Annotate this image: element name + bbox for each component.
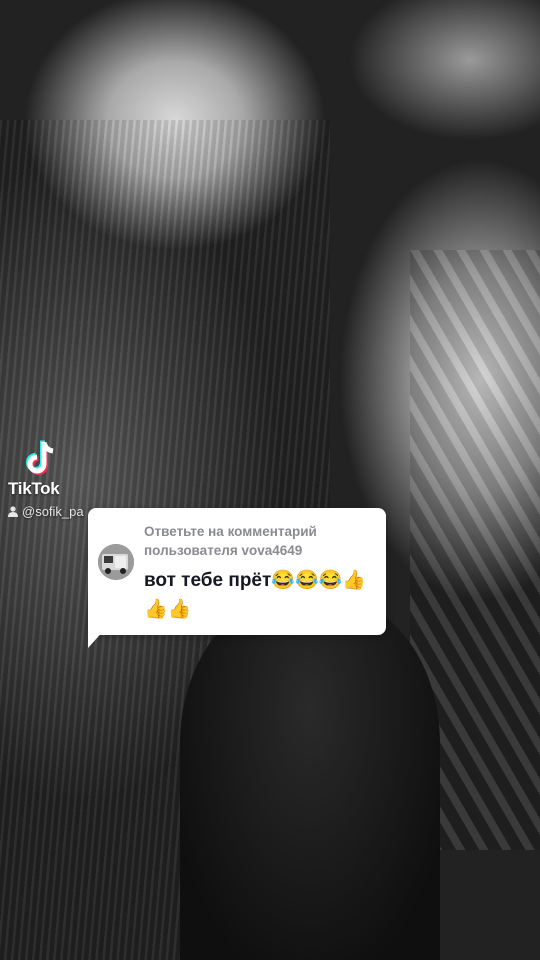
reply-comment-text: вот тебе прёт😂😂😂👍👍👍 [144, 570, 366, 620]
tiktok-brand-text: TikTok [8, 479, 60, 498]
video-texture-jacket [180, 600, 440, 960]
creator-handle: @sofik_pa [8, 504, 84, 519]
creator-handle-text: @sofik_pa [22, 504, 84, 519]
tiktok-watermark: TikTok [8, 440, 78, 499]
comment-reply-sticker[interactable]: Ответьте на комментарий пользователя vov… [88, 508, 386, 635]
commenter-avatar [98, 544, 134, 580]
reply-header-text: Ответьте на комментарий пользователя vov… [144, 524, 317, 558]
tiktok-logo-icon [26, 440, 54, 475]
user-icon [8, 506, 18, 517]
reply-sticker-tail [88, 628, 106, 648]
